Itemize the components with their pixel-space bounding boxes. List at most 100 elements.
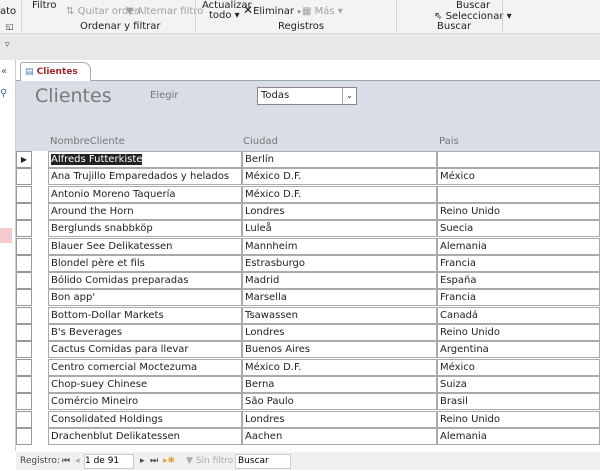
table-row[interactable]: Bólido Comidas preparadas Madrid España: [16, 272, 600, 290]
cell-pais[interactable]: Francia: [437, 254, 600, 272]
cell-pais[interactable]: Canadá: [437, 306, 600, 324]
refresh-all-dropdown[interactable]: todo ▾: [209, 10, 240, 21]
cell-nombre[interactable]: Consolidated Holdings: [48, 410, 242, 428]
cell-pais[interactable]: Brasil: [437, 393, 600, 411]
collapse-nav-icon[interactable]: «: [1, 66, 7, 77]
record-selector[interactable]: [16, 220, 32, 238]
table-row[interactable]: Bon app' Marsella Francia: [16, 289, 600, 307]
delete-button[interactable]: ✕Eliminar ▾: [243, 4, 301, 18]
cell-nombre[interactable]: Cactus Comidas para llevar: [48, 341, 242, 359]
record-selector[interactable]: [16, 289, 32, 307]
cell-pais[interactable]: Alemania: [437, 237, 600, 255]
cell-ciudad[interactable]: Berna: [242, 375, 437, 393]
cell-nombre[interactable]: Bon app': [48, 289, 242, 307]
table-row[interactable]: B's Beverages Londres Reino Unido: [16, 324, 600, 341]
cell-pais[interactable]: [437, 185, 600, 203]
cell-ciudad[interactable]: México D.F.: [242, 168, 437, 186]
record-selector[interactable]: [16, 375, 32, 393]
table-row[interactable]: Cactus Comidas para llevar Buenos Aires Ar…: [16, 341, 600, 359]
table-row[interactable]: Bottom-Dollar Markets Tsawassen Canadá: [16, 306, 600, 324]
table-row[interactable]: Berglunds snabbköp Luleå Suecia: [16, 220, 600, 238]
last-record-button[interactable]: ⏭: [150, 452, 158, 470]
cell-ciudad[interactable]: México D.F.: [242, 185, 437, 203]
cell-ciudad[interactable]: Tsawassen: [242, 306, 437, 324]
cell-pais[interactable]: Suecia: [437, 220, 600, 238]
record-selector[interactable]: [16, 185, 32, 203]
cell-ciudad[interactable]: São Paulo: [242, 393, 437, 411]
dialog-launcher-icon[interactable]: ◱: [6, 21, 14, 32]
record-selector[interactable]: [16, 393, 32, 411]
cell-nombre[interactable]: Antonio Moreno Taquería: [48, 185, 242, 203]
table-row[interactable]: Chop-suey Chinese Berna Suiza: [16, 375, 600, 393]
cell-nombre[interactable]: Berglunds snabbköp: [48, 220, 242, 238]
cell-ciudad[interactable]: Buenos Aires: [242, 341, 437, 359]
cell-ciudad[interactable]: Aachen: [242, 427, 437, 445]
table-row[interactable]: Blauer See Delikatessen Mannheim Alemania: [16, 237, 600, 255]
first-record-button[interactable]: ⏮: [62, 452, 70, 470]
cell-ciudad[interactable]: México D.F.: [242, 358, 437, 376]
cell-ciudad[interactable]: Luleå: [242, 220, 437, 238]
choose-select[interactable]: Todas ⌄: [257, 87, 357, 105]
toggle-filter-button[interactable]: ▼ Alternar filtro: [126, 6, 203, 17]
record-selector[interactable]: [16, 168, 32, 186]
cell-nombre[interactable]: Drachenblut Delikatessen: [48, 427, 242, 445]
cell-pais[interactable]: México: [437, 168, 600, 186]
record-selector[interactable]: [16, 306, 32, 324]
cell-pais[interactable]: Reino Unido: [437, 202, 600, 220]
table-row[interactable]: Ana Trujillo Emparedados y helados México…: [16, 168, 600, 186]
cell-nombre[interactable]: Bottom-Dollar Markets: [48, 306, 242, 324]
table-row[interactable]: Antonio Moreno Taquería México D.F.: [16, 185, 600, 203]
cell-nombre[interactable]: Comércio Mineiro: [48, 393, 242, 411]
cell-ciudad[interactable]: Londres: [242, 324, 437, 341]
cell-pais[interactable]: Suiza: [437, 375, 600, 393]
cell-nombre[interactable]: Alfreds Futterkiste: [48, 151, 242, 168]
find-button[interactable]: Buscar: [456, 0, 490, 11]
record-selector[interactable]: [16, 341, 32, 359]
record-selector[interactable]: [16, 324, 32, 341]
previous-record-button[interactable]: ◂: [75, 452, 80, 470]
cell-nombre[interactable]: Bólido Comidas preparadas: [48, 272, 242, 290]
search-field[interactable]: Buscar: [235, 454, 291, 469]
cell-ciudad[interactable]: Londres: [242, 202, 437, 220]
record-selector[interactable]: [16, 254, 32, 272]
no-filter-button[interactable]: ▼ Sin filtro: [186, 452, 233, 470]
cell-nombre[interactable]: Chop-suey Chinese: [48, 375, 242, 393]
filter-button[interactable]: Filtro: [32, 0, 57, 11]
more-button[interactable]: ▦ Más ▾: [302, 6, 343, 17]
cell-ciudad[interactable]: Estrasburgo: [242, 254, 437, 272]
cell-ciudad[interactable]: Marsella: [242, 289, 437, 307]
cell-pais[interactable]: Argentina: [437, 341, 600, 359]
cell-ciudad[interactable]: Mannheim: [242, 237, 437, 255]
record-selector[interactable]: [16, 272, 32, 290]
cell-pais[interactable]: Francia: [437, 289, 600, 307]
cell-pais[interactable]: Alemania: [437, 427, 600, 445]
cell-pais[interactable]: Reino Unido: [437, 324, 600, 341]
cell-pais[interactable]: México: [437, 358, 600, 376]
cell-ciudad[interactable]: Madrid: [242, 272, 437, 290]
record-selector[interactable]: [16, 427, 32, 445]
table-row[interactable]: Comércio Mineiro São Paulo Brasil: [16, 393, 600, 411]
table-row[interactable]: Around the Horn Londres Reino Unido: [16, 202, 600, 220]
cell-nombre[interactable]: Centro comercial Moctezuma: [48, 358, 242, 376]
record-selector[interactable]: [16, 410, 32, 428]
cell-nombre[interactable]: Around the Horn: [48, 202, 242, 220]
record-selector[interactable]: [16, 358, 32, 376]
cell-pais[interactable]: Reino Unido: [437, 410, 600, 428]
search-icon[interactable]: ⚲: [0, 88, 7, 99]
cell-pais[interactable]: [437, 151, 600, 168]
table-row[interactable]: Centro comercial Moctezuma México D.F. Méx…: [16, 358, 600, 376]
cell-nombre[interactable]: Ana Trujillo Emparedados y helados: [48, 168, 242, 186]
current-record-field[interactable]: 1 de 91: [84, 454, 134, 469]
table-row[interactable]: Consolidated Holdings Londres Reino Unido: [16, 410, 600, 428]
cell-nombre[interactable]: Blauer See Delikatessen: [48, 237, 242, 255]
chevron-down-icon[interactable]: ⌄: [342, 88, 356, 104]
record-selector[interactable]: [16, 202, 32, 220]
customize-dropdown-icon[interactable]: ▿: [5, 40, 10, 50]
cell-ciudad[interactable]: Londres: [242, 410, 437, 428]
cell-ciudad[interactable]: Berlín: [242, 151, 437, 168]
table-row[interactable]: Blondel père et fils Estrasburgo Francia: [16, 254, 600, 272]
table-row[interactable]: Drachenblut Delikatessen Aachen Alemania: [16, 427, 600, 445]
record-selector[interactable]: ▶: [16, 151, 32, 168]
cell-nombre[interactable]: Blondel père et fils: [48, 254, 242, 272]
record-selector[interactable]: [16, 237, 32, 255]
